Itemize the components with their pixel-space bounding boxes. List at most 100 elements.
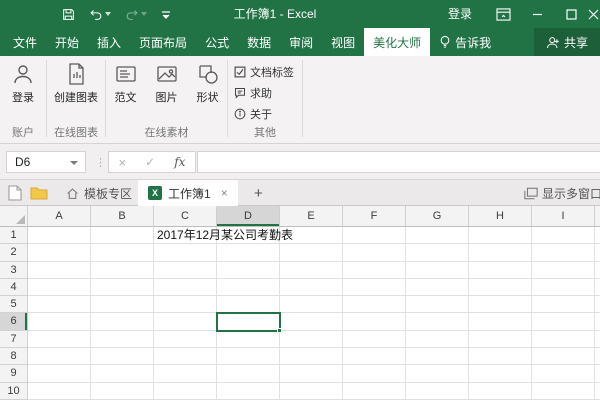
row-header-6[interactable]: 6 (0, 313, 28, 331)
cell-D3[interactable] (217, 261, 280, 279)
cell-E2[interactable] (280, 244, 343, 262)
cell-E7[interactable] (280, 330, 343, 349)
column-header-G[interactable]: G (406, 206, 469, 227)
redo-dropdown-icon[interactable] (141, 12, 147, 16)
cell-C8[interactable] (154, 348, 217, 366)
row-header-1[interactable]: 1 (0, 227, 28, 245)
column-header-C[interactable]: C (154, 206, 217, 227)
name-box[interactable]: D6 (6, 151, 86, 173)
column-header-partial[interactable] (595, 206, 600, 227)
undo-dropdown-icon[interactable] (105, 12, 111, 16)
column-header-D[interactable]: D (217, 206, 280, 227)
cell-I4[interactable] (532, 278, 595, 297)
row-header-3[interactable]: 3 (0, 261, 28, 279)
formula-input[interactable] (197, 151, 600, 173)
cell-B6[interactable] (91, 313, 154, 331)
cell-F9[interactable] (343, 365, 406, 383)
cell-E6[interactable] (280, 313, 343, 331)
cell-C9[interactable] (154, 365, 217, 383)
row-header-2[interactable]: 2 (0, 244, 28, 262)
ribbon-tab-告诉我[interactable]: 告诉我 (430, 28, 500, 56)
column-header-I[interactable]: I (532, 206, 595, 227)
cell-C3[interactable] (154, 261, 217, 279)
cell-A5[interactable] (28, 296, 91, 314)
ribbon-tab-视图[interactable]: 视图 (322, 28, 364, 56)
cell-A7[interactable] (28, 330, 91, 349)
cell-H3[interactable] (469, 261, 532, 279)
cell-A6[interactable] (28, 313, 91, 331)
cell-E3[interactable] (280, 261, 343, 279)
new-tab-button[interactable]: + (246, 180, 271, 206)
cell-E4[interactable] (280, 278, 343, 297)
cell-A10[interactable] (28, 382, 91, 400)
cell-A4[interactable] (28, 278, 91, 297)
selection-box[interactable] (216, 312, 282, 333)
shapes-button[interactable]: 形状 (188, 62, 227, 105)
cell-B8[interactable] (91, 348, 154, 366)
cell-H1[interactable] (469, 227, 532, 245)
doc-tags-checkbox[interactable]: 文档标签 (234, 64, 302, 80)
show-multi-window-button[interactable]: 显示多窗口 (524, 180, 600, 206)
undo-icon[interactable] (89, 8, 111, 21)
cell-G9[interactable] (406, 365, 469, 383)
cell-A9[interactable] (28, 365, 91, 383)
sample-doc-button[interactable]: 范文 (106, 62, 145, 105)
cell-A3[interactable] (28, 261, 91, 279)
cell-G10[interactable] (406, 382, 469, 400)
row-header-8[interactable]: 8 (0, 348, 28, 366)
cell-B2[interactable] (91, 244, 154, 262)
cell-D7[interactable] (217, 330, 280, 349)
cell-H8[interactable] (469, 348, 532, 366)
cell-I3[interactable] (532, 261, 595, 279)
cell-G6[interactable] (406, 313, 469, 331)
cell-I2[interactable] (532, 244, 595, 262)
cell-A1[interactable] (28, 227, 91, 245)
fill-handle[interactable] (277, 328, 282, 333)
column-header-B[interactable]: B (91, 206, 154, 227)
row-header-9[interactable]: 9 (0, 365, 28, 383)
cell-D2[interactable] (217, 244, 280, 262)
login-button[interactable]: 登录 (3, 62, 43, 105)
cell-I5[interactable] (532, 296, 595, 314)
column-header-F[interactable]: F (343, 206, 406, 227)
cell-G4[interactable] (406, 278, 469, 297)
row-header-4[interactable]: 4 (0, 278, 28, 297)
cell-B10[interactable] (91, 382, 154, 400)
cell-D5[interactable] (217, 296, 280, 314)
cell-B4[interactable] (91, 278, 154, 297)
cell-partial[interactable] (595, 296, 600, 314)
workbook-tab[interactable]: X 工作簿1 × (138, 180, 238, 206)
cell-I8[interactable] (532, 348, 595, 366)
cell-F5[interactable] (343, 296, 406, 314)
cell-B5[interactable] (91, 296, 154, 314)
name-box-dropdown-icon[interactable] (70, 161, 78, 165)
cell-I7[interactable] (532, 330, 595, 349)
select-all-button[interactable] (0, 206, 28, 227)
cell-G8[interactable] (406, 348, 469, 366)
cell-E10[interactable] (280, 382, 343, 400)
cell-B3[interactable] (91, 261, 154, 279)
cell-C10[interactable] (154, 382, 217, 400)
sign-in-button[interactable]: 登录 (434, 0, 486, 28)
cell-A2[interactable] (28, 244, 91, 262)
cell-partial[interactable] (595, 365, 600, 383)
cell-H9[interactable] (469, 365, 532, 383)
new-file-icon[interactable] (8, 185, 22, 206)
cell-G3[interactable] (406, 261, 469, 279)
cancel-entry-icon[interactable]: × (119, 155, 127, 170)
ribbon-tab-页面布局[interactable]: 页面布局 (130, 28, 196, 56)
column-header-E[interactable]: E (280, 206, 343, 227)
cell-partial[interactable] (595, 313, 600, 331)
about-button[interactable]: 关于 (234, 106, 302, 122)
cell-F6[interactable] (343, 313, 406, 331)
cell-D4[interactable] (217, 278, 280, 297)
ribbon-tab-文件[interactable]: 文件 (4, 28, 46, 56)
cell-partial[interactable] (595, 382, 600, 400)
row-header-10[interactable]: 10 (0, 382, 28, 400)
cell-partial[interactable] (595, 261, 600, 279)
maximize-icon[interactable] (554, 0, 588, 28)
ribbon-tab-插入[interactable]: 插入 (88, 28, 130, 56)
cell-F2[interactable] (343, 244, 406, 262)
cell-C6[interactable] (154, 313, 217, 331)
redo-icon[interactable] (125, 8, 147, 21)
